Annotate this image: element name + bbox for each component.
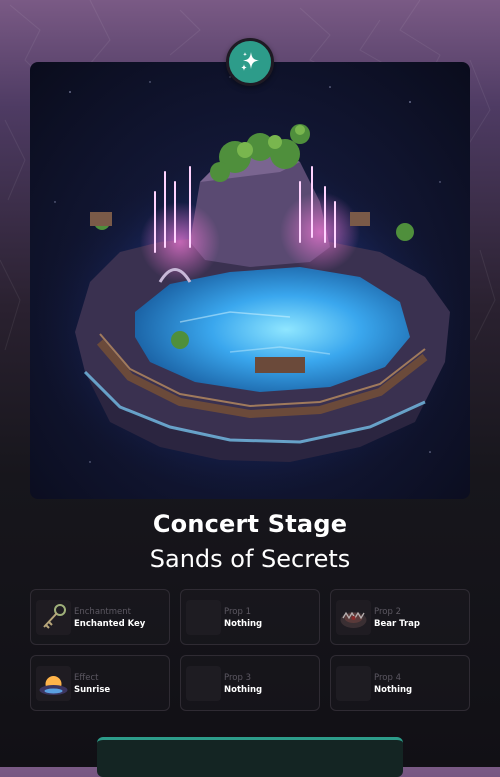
empty-slot-icon — [186, 666, 221, 701]
sunrise-icon — [36, 666, 71, 701]
slot-effect[interactable]: Effect Sunrise — [30, 655, 170, 711]
empty-slot-icon — [336, 666, 371, 701]
sparkles-icon — [241, 52, 259, 71]
slot-value: Bear Trap — [374, 619, 421, 629]
slot-value: Enchanted Key — [74, 619, 146, 629]
slot-prop-3[interactable]: Prop 3 Nothing — [180, 655, 320, 711]
slot-label: Prop 4 — [374, 673, 401, 683]
stage-subtitle: Sands of Secrets — [149, 545, 351, 573]
action-button[interactable] — [97, 737, 403, 777]
slot-value: Nothing — [224, 619, 263, 629]
slot-value: Sunrise — [74, 685, 111, 695]
bear-trap-icon — [336, 600, 371, 635]
slot-prop-1[interactable]: Prop 1 Nothing — [180, 589, 320, 645]
empty-slot-icon — [186, 600, 221, 635]
slot-prop-4[interactable]: Prop 4 Nothing — [330, 655, 470, 711]
key-icon — [36, 600, 71, 635]
slot-prop-2[interactable]: Prop 2 Bear Trap — [330, 589, 470, 645]
slot-enchantment[interactable]: Enchantment Enchanted Key — [30, 589, 170, 645]
slot-label: Prop 3 — [224, 673, 251, 683]
slot-value: Nothing — [224, 685, 263, 695]
stage-artwork — [30, 62, 470, 499]
slot-label: Prop 2 — [374, 607, 401, 617]
slot-label: Effect — [74, 673, 99, 683]
slot-label: Enchantment — [74, 607, 131, 617]
stage-title: Concert Stage — [152, 510, 348, 538]
slot-label: Prop 1 — [224, 607, 251, 617]
slot-value: Nothing — [374, 685, 413, 695]
sparkles-badge — [226, 38, 274, 86]
